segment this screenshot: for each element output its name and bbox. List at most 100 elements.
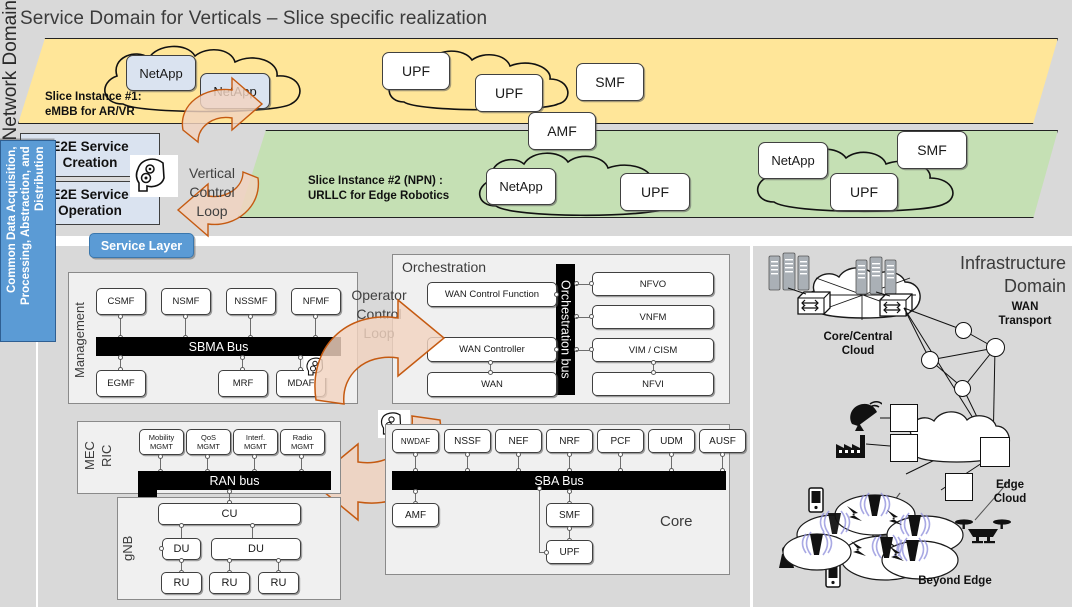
connector-dot [567,526,572,531]
mgmt-node-nsmf[interactable]: NSMF [161,288,211,315]
connector-dot [159,546,164,551]
node-label: NetApp [139,66,182,81]
node-label: RU [271,577,287,589]
slice1-label: Slice Instance #1: eMBB for AR/VR [45,90,142,120]
connector-dot [488,360,493,365]
node-label-line1: Mobility [149,433,174,442]
ric-node-qos-mgmt[interactable]: QoS MGMT [186,429,231,455]
node-label: NetApp [213,84,256,99]
mgmt-node-nfmf[interactable]: NFMF [291,288,341,315]
connector-dot [240,355,245,360]
slice2-node-upf-1[interactable]: UPF [620,173,690,211]
gnb-node-ru-2[interactable]: RU [209,572,250,594]
slice1-node-upf-1[interactable]: UPF [382,52,450,90]
connector-dot [544,550,549,555]
core-cloud-line1: Core/Central [800,330,916,344]
connector-dot [252,454,257,459]
core-node-nrf[interactable]: NRF [546,429,593,453]
connector-dot [118,314,123,319]
core-node-ausf[interactable]: AUSF [699,429,746,453]
orch-node-wan-control-function[interactable]: WAN Control Function [427,282,557,307]
slice1-node-netapp-1[interactable]: NetApp [126,55,196,91]
edge-node-4 [945,473,973,501]
mgmt-node-mrf[interactable]: MRF [218,370,268,397]
connector-dot [248,314,253,319]
orch-node-vnfm[interactable]: VNFM [592,305,714,329]
node-label: EGMF [107,378,134,389]
connector-dot [554,292,559,297]
connector-dot [488,370,493,375]
orch-node-nfvo[interactable]: NFVO [592,272,714,296]
slice2-label-line1: Slice Instance #2 (NPN) : [308,174,449,189]
infra-title-line1: Infrastructure [960,252,1066,275]
core-title: Core [660,513,693,530]
common-data-bar[interactable]: Common Data Acquisition, Processing, Abs… [0,140,56,342]
beyond-edge-label: Beyond Edge [895,574,1015,588]
connector-dot [298,355,303,360]
orch-node-wan-controller[interactable]: WAN Controller [427,337,557,362]
sba-bus: SBA Bus [392,471,726,490]
connector-dot [179,523,184,528]
operator-control-loop-label: Operator Control Loop [348,286,410,343]
connector-dot [537,486,542,491]
connector-dot [276,558,281,563]
ric-node-mobility-mgmt[interactable]: Mobility MGMT [139,429,184,455]
connector-dot [250,523,255,528]
core-node-upf[interactable]: UPF [546,540,593,564]
mgmt-node-csmf[interactable]: CSMF [96,288,146,315]
core-node-amf[interactable]: AMF [392,503,439,527]
e2e-operation-line1: E2E Service [51,187,128,203]
slice1-node-netapp-2[interactable]: NetApp [200,73,270,109]
ric-node-radio-mgmt[interactable]: Radio MGMT [280,429,325,455]
slice2-node-amf[interactable]: AMF [528,112,596,150]
node-label-line1: Radio [291,433,314,442]
mgmt-node-egmf[interactable]: EGMF [96,370,146,397]
node-label: WAN Control Function [445,289,539,300]
node-label: NetApp [771,153,814,168]
connector-dot [720,452,725,457]
sbma-bus-label: SBMA Bus [189,340,249,354]
node-label: AMF [405,510,426,521]
connector-dot [516,452,521,457]
core-node-nwdaf[interactable]: NWDAF [392,429,439,453]
gnb-vlabel: gNB [120,528,136,568]
node-label: UDM [660,436,683,447]
core-node-smf[interactable]: SMF [546,503,593,527]
vcl-line3: Loop [183,202,241,221]
node-label: UPF [850,184,878,200]
slice2-node-netapp-2[interactable]: NetApp [758,142,828,179]
slice1-node-smf-stack[interactable]: SMF [576,63,644,101]
wan-line2: Transport [985,314,1065,328]
slice1-node-upf-2[interactable]: UPF [475,74,543,112]
orch-node-vim-cism[interactable]: VIM / CISM [592,338,714,362]
slice2-node-upf-2[interactable]: UPF [830,173,898,211]
core-node-nef[interactable]: NEF [495,429,542,453]
gnb-node-cu[interactable]: CU [158,503,301,525]
slice1-label-line1: Slice Instance #1: [45,90,142,105]
slice2-node-netapp-1[interactable]: NetApp [486,168,556,205]
node-label: NFMF [303,296,329,307]
node-label: CSMF [108,296,135,307]
node-label-line2: MGMT [149,442,174,451]
ocl-line1: Operator [348,286,410,305]
core-node-pcf[interactable]: PCF [597,429,644,453]
mobile-phone-icon-1 [808,487,824,518]
orch-node-wan[interactable]: WAN [427,372,557,397]
core-node-nssf[interactable]: NSSF [444,429,491,453]
core-node-udm[interactable]: UDM [648,429,695,453]
gnb-node-ru-3[interactable]: RU [258,572,299,594]
gnb-node-ru-1[interactable]: RU [161,572,202,594]
network-domain-label: Network Domain [0,0,22,140]
gnb-node-du-1[interactable]: DU [162,538,201,560]
slice2-node-smf[interactable]: SMF [897,131,967,169]
node-label-line1: QoS [197,433,220,442]
service-layer-button[interactable]: Service Layer [89,233,194,258]
gnb-node-du-2[interactable]: DU [211,538,301,560]
node-label: PCF [611,436,631,447]
node-label: RU [174,577,190,589]
orch-node-nfvi[interactable]: NFVI [592,372,714,396]
node-label: UPF [402,63,430,79]
mgmt-node-nssmf[interactable]: NSSMF [226,288,276,315]
node-label: NSSMF [234,296,267,307]
ric-node-interf-mgmt[interactable]: Interf. MGMT [233,429,278,455]
